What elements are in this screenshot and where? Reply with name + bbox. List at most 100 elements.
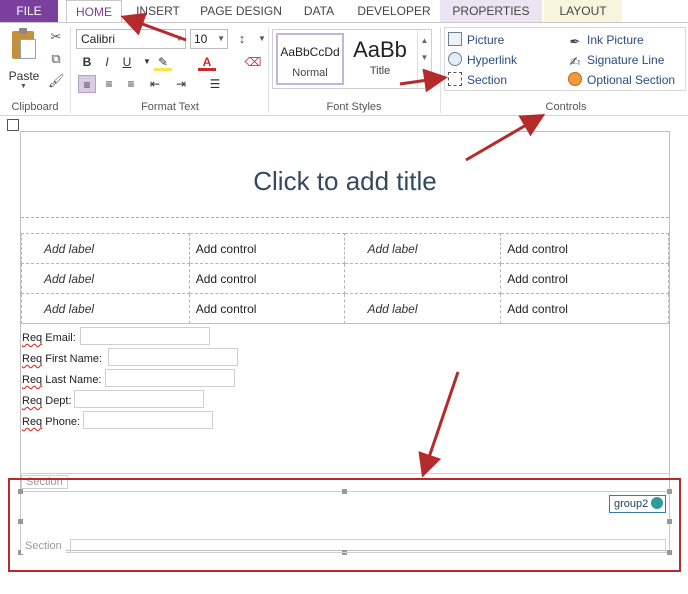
tab-insert[interactable]: INSERT [130, 0, 186, 22]
ink-picture-control[interactable]: ✒ Ink Picture [568, 31, 644, 49]
font-styles-group-label: Font Styles [326, 101, 382, 113]
group-name-text: group2 [614, 498, 649, 510]
hyperlink-control-label: Hyperlink [467, 53, 518, 67]
req-word: Req [22, 374, 43, 386]
section-icon [448, 72, 462, 86]
optional-section-control[interactable]: Optional Section [568, 71, 675, 89]
ink-picture-control-label: Ink Picture [587, 33, 644, 47]
style-title-name: Title [369, 65, 391, 77]
layout-table-handle[interactable] [7, 119, 19, 131]
paste-sheet-icon [20, 39, 36, 59]
paste-button[interactable]: Paste ▼ [6, 28, 42, 90]
label-control-table: Add label Add control Add label Add cont… [21, 233, 669, 324]
resize-handle[interactable] [667, 519, 672, 524]
table-cell-label[interactable]: Add label [344, 233, 502, 264]
line-spacing-icon[interactable]: ↕ [234, 31, 250, 47]
hyperlink-icon [448, 52, 462, 66]
align-right-button[interactable]: ≡ [122, 75, 140, 93]
email-field[interactable] [80, 327, 210, 345]
font-size-select[interactable]: 10 ▼ [190, 29, 228, 49]
table-cell-empty[interactable] [344, 263, 502, 294]
highlight-color-icon[interactable]: ✎ [154, 53, 172, 71]
bullet-list-icon[interactable]: ☰ [206, 75, 224, 93]
table-row: Add label Add control Add control [21, 263, 669, 294]
font-styles-gallery: AaBbCcDd Normal AaBb Title ▲ ▼ ▾ [272, 29, 432, 89]
group-divider [70, 27, 71, 113]
hyperlink-control[interactable]: Hyperlink [448, 51, 517, 69]
resize-handle[interactable] [342, 489, 347, 494]
font-color-icon[interactable]: A [198, 53, 216, 71]
resize-handle[interactable] [18, 519, 23, 524]
style-normal[interactable]: AaBbCcDd Normal [276, 33, 344, 85]
clear-formatting-icon[interactable]: ⌫ [244, 53, 262, 71]
field-label-first-name: Req First Name: [22, 349, 102, 369]
first-name-field[interactable] [108, 348, 238, 366]
table-cell-label[interactable]: Add label [344, 293, 502, 324]
cut-icon[interactable]: ✂ [48, 29, 64, 45]
tab-data[interactable]: DATA [296, 0, 342, 22]
optional-section-control-label: Optional Section [587, 73, 676, 87]
table-cell-label[interactable]: Add label [21, 233, 190, 264]
ribbon: Paste ▼ ✂ ⧉ 🖌 Clipboard Calibri ▼ 10 ▼ ↕… [0, 22, 688, 116]
chevron-down-icon[interactable]: ▼ [418, 53, 431, 62]
field-label-text: Dept: [42, 395, 72, 407]
copy-icon[interactable]: ⧉ [48, 51, 64, 67]
section-footer-bar [70, 539, 666, 553]
table-cell-label[interactable]: Add label [21, 293, 190, 324]
field-label-email: Req Email: [22, 328, 76, 348]
font-name-value: Calibri [81, 32, 116, 46]
format-painter-icon[interactable]: 🖌 [48, 73, 65, 89]
table-cell-label[interactable]: Add label [21, 263, 190, 294]
font-name-select[interactable]: Calibri ▼ [76, 29, 186, 49]
title-area[interactable]: Click to add title [21, 132, 669, 218]
format-text-group-label: Format Text [141, 101, 199, 113]
tab-developer[interactable]: DEVELOPER [352, 0, 436, 22]
form-canvas: Click to add title Add label Add control… [0, 117, 688, 594]
group-name-tag[interactable]: group2 [609, 495, 667, 513]
phone-field[interactable] [83, 411, 213, 429]
picture-control[interactable]: Picture [448, 31, 504, 49]
tab-properties[interactable]: PROPERTIES [440, 0, 542, 22]
section-tag[interactable]: Section [21, 540, 66, 554]
req-word: Req [22, 332, 43, 344]
align-center-button[interactable]: ≡ [100, 75, 118, 93]
optional-section-icon [568, 72, 582, 86]
bold-button[interactable]: B [78, 53, 96, 71]
field-label-last-name: Req Last Name: [22, 370, 102, 390]
tab-page-design[interactable]: PAGE DESIGN [196, 0, 286, 22]
underline-button[interactable]: U [118, 53, 136, 71]
align-left-button[interactable]: ≡ [78, 75, 96, 93]
chevron-down-icon: ▼ [175, 34, 183, 43]
decrease-indent-icon[interactable]: ⇤ [146, 75, 164, 93]
last-name-field[interactable] [105, 369, 235, 387]
dept-field[interactable] [74, 390, 204, 408]
tab-file[interactable]: FILE [0, 0, 58, 22]
resize-handle[interactable] [18, 489, 23, 494]
signature-line-control[interactable]: ✍ Signature Line [568, 51, 665, 69]
table-cell-control[interactable]: Add control [500, 233, 669, 264]
tab-layout[interactable]: LAYOUT [544, 0, 622, 22]
group-binding-icon [651, 497, 664, 509]
chevron-down-icon: ▼ [217, 34, 225, 43]
gallery-more-icon[interactable]: ▾ [418, 68, 431, 77]
italic-button[interactable]: I [98, 53, 116, 71]
table-row: Add label Add control Add label Add cont… [21, 233, 669, 264]
font-size-value: 10 [194, 32, 208, 46]
signature-icon: ✍ [569, 54, 581, 69]
table-cell-control[interactable]: Add control [500, 263, 669, 294]
section-control[interactable]: Section [448, 71, 507, 89]
style-title[interactable]: AaBb Title [347, 33, 413, 85]
field-label-dept: Req Dept: [22, 391, 72, 411]
gallery-scroll[interactable]: ▲ ▼ ▾ [417, 30, 431, 88]
resize-handle[interactable] [667, 489, 672, 494]
table-cell-control[interactable]: Add control [188, 293, 346, 324]
table-cell-control[interactable]: Add control [500, 293, 669, 324]
increase-indent-icon[interactable]: ⇥ [172, 75, 190, 93]
request-fields-area: Req Email: Req First Name: Req Last Name… [21, 323, 669, 473]
table-cell-control[interactable]: Add control [188, 233, 346, 264]
tab-home[interactable]: HOME [66, 0, 122, 23]
page-title[interactable]: Click to add title [21, 166, 669, 197]
table-cell-control[interactable]: Add control [188, 263, 346, 294]
chevron-up-icon[interactable]: ▲ [418, 36, 431, 45]
resize-handle[interactable] [667, 550, 672, 555]
